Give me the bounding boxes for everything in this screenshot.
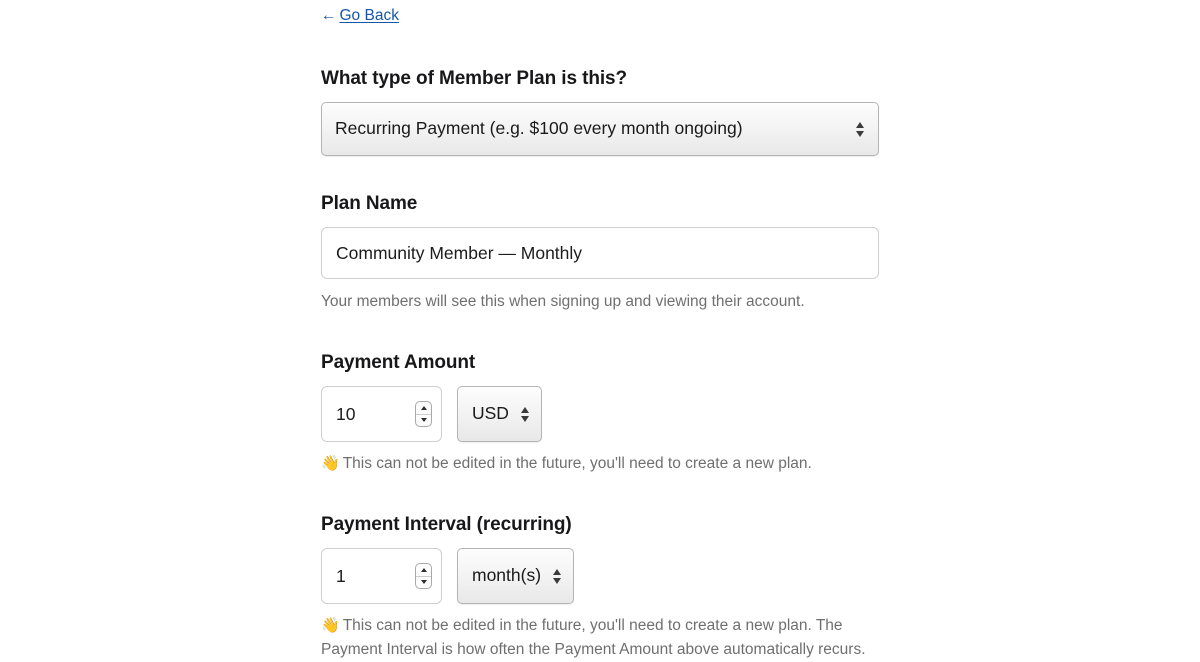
plan-name-control-row xyxy=(321,227,879,279)
plan-type-label: What type of Member Plan is this? xyxy=(321,68,628,89)
plan-name-helper-text: Your members will see this when signing … xyxy=(321,293,805,310)
payment-amount-label: Payment Amount xyxy=(321,352,476,373)
plan-type-control-row: Recurring Payment (e.g. $100 every month… xyxy=(321,102,879,156)
interval-unit-select[interactable]: month(s) xyxy=(457,548,575,604)
stepper-down-icon[interactable] xyxy=(416,415,431,427)
go-back-label: Go Back xyxy=(339,7,399,24)
waving-hand-icon: 👋 xyxy=(321,617,340,634)
go-back-link[interactable]: ← Go Back xyxy=(321,6,399,26)
payment-interval-label: Payment Interval (recurring) xyxy=(321,514,572,535)
payment-amount-stepper[interactable] xyxy=(415,401,432,427)
field-plan-name: Plan Name Your members will see this whe… xyxy=(321,192,879,314)
member-plan-form: ← Go Back What type of Member Plan is thi… xyxy=(321,0,879,662)
payment-amount-helper-text: 👋 This can not be edited in the future, y… xyxy=(321,452,879,476)
payment-amount-control-row: USD xyxy=(321,386,879,442)
waving-hand-icon: 👋 xyxy=(321,455,340,472)
payment-interval-stepper[interactable] xyxy=(415,563,432,589)
field-plan-type: What type of Member Plan is this? Recurr… xyxy=(321,67,879,156)
payment-interval-helper-text: 👋 This can not be edited in the future, y… xyxy=(321,614,879,662)
interval-unit-selected-value: month(s) xyxy=(472,567,542,585)
field-payment-interval: Payment Interval (recurring) month(s) 👋 xyxy=(321,513,879,662)
plan-name-input[interactable] xyxy=(321,227,879,279)
field-payment-amount: Payment Amount USD 👋This can not be edi xyxy=(321,351,879,476)
updown-chevron-icon xyxy=(553,568,562,584)
payment-interval-control-row: month(s) xyxy=(321,548,879,604)
currency-selected-value: USD xyxy=(472,405,509,423)
plan-name-label: Plan Name xyxy=(321,193,418,214)
payment-amount-helper-label: This can not be edited in the future, yo… xyxy=(342,455,812,472)
plan-type-select[interactable]: Recurring Payment (e.g. $100 every month… xyxy=(321,102,879,156)
stepper-down-icon[interactable] xyxy=(416,577,431,589)
stepper-up-icon[interactable] xyxy=(416,564,431,577)
stepper-up-icon[interactable] xyxy=(416,402,431,415)
back-navigation: ← Go Back xyxy=(321,0,879,32)
updown-chevron-icon xyxy=(520,406,529,422)
payment-interval-helper-label: This can not be edited in the future, yo… xyxy=(321,617,866,658)
payment-interval-number-wrap xyxy=(321,548,442,604)
page-root: ← Go Back What type of Member Plan is thi… xyxy=(0,0,1200,658)
payment-amount-number-wrap xyxy=(321,386,442,442)
currency-select[interactable]: USD xyxy=(457,386,542,442)
updown-chevron-icon xyxy=(856,121,864,137)
left-arrow-icon: ← xyxy=(321,7,337,24)
plan-type-selected-value: Recurring Payment (e.g. $100 every month… xyxy=(335,120,743,138)
